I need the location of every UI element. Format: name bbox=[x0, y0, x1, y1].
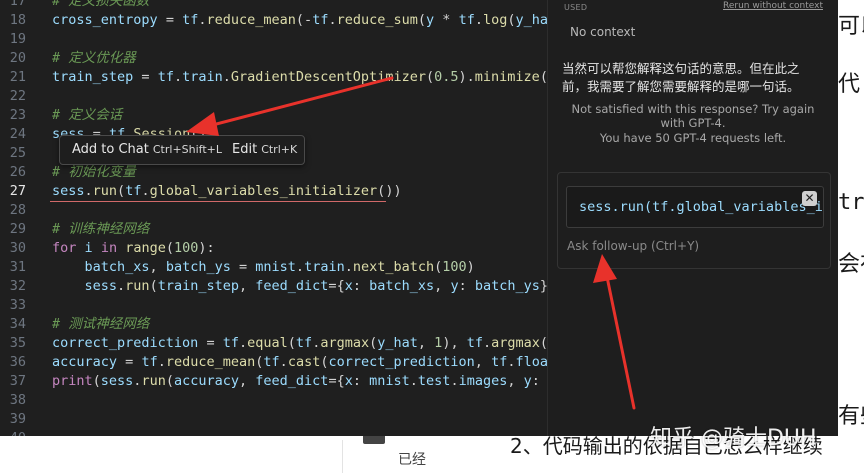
code-line[interactable]: 32 sess.run(train_step, feed_dict={x: ba… bbox=[0, 277, 547, 296]
code-context-text: sess.run(tf.global_variables_i bbox=[579, 199, 823, 215]
line-number: 23 bbox=[9, 107, 26, 123]
line-number: 25 bbox=[9, 145, 26, 161]
code-line[interactable]: 26 # 初始化变量 bbox=[0, 163, 547, 182]
line-number: 26 bbox=[9, 164, 26, 180]
code-line[interactable]: 23 # 定义会话 bbox=[0, 106, 547, 125]
line-number: 37 bbox=[9, 373, 26, 389]
code-line[interactable]: 21 train_step = tf.train.GradientDescentO… bbox=[0, 68, 547, 87]
code-line[interactable]: 40 bbox=[0, 429, 547, 436]
edit-shortcut: Ctrl+K bbox=[261, 143, 298, 156]
line-number: 21 bbox=[9, 69, 26, 85]
code-text: train_step = tf.train.GradientDescentOpt… bbox=[52, 69, 547, 85]
code-context-chip[interactable]: sess.run(tf.global_variables_i bbox=[566, 186, 824, 228]
code-text: sess.run(train_step, feed_dict={x: batch… bbox=[84, 278, 547, 294]
code-text: # 训练神经网络 bbox=[52, 221, 150, 237]
add-to-chat-shortcut: Ctrl+Shift+L bbox=[152, 143, 223, 156]
code-line[interactable]: 37 print(sess.run(accuracy, feed_dict={x:… bbox=[0, 372, 547, 391]
line-number: 27 bbox=[9, 183, 26, 199]
assistant-answer: 当然可以帮您解释这句话的意思。但在此之前，我需要了解您需要解释的是哪一句话。 bbox=[562, 61, 800, 94]
line-number: 18 bbox=[9, 12, 26, 28]
followup-input[interactable]: Ask follow-up (Ctrl+Y) bbox=[567, 239, 699, 253]
background-text-fragment: 会在 bbox=[838, 252, 864, 277]
code-line[interactable]: 33 bbox=[0, 296, 547, 315]
close-icon[interactable]: ✕ bbox=[802, 191, 817, 206]
background-text-fragment: 可以 bbox=[838, 14, 864, 39]
code-line[interactable]: 29 # 训练神经网络 bbox=[0, 220, 547, 239]
code-line[interactable]: 17 # 定义损失函数 bbox=[0, 0, 547, 11]
code-text: print(sess.run(accuracy, feed_dict={x: m… bbox=[52, 373, 540, 389]
code-line[interactable]: 19 bbox=[0, 30, 547, 49]
code-line[interactable]: 28 bbox=[0, 201, 547, 220]
code-text: correct_prediction = tf.equal(tf.argmax(… bbox=[52, 335, 547, 351]
line-number: 40 bbox=[0, 429, 26, 436]
code-line[interactable]: 35 correct_prediction = tf.equal(tf.argma… bbox=[0, 334, 547, 353]
line-number: 31 bbox=[9, 259, 26, 275]
retry-hint: Not satisfied with this response? Try ag… bbox=[571, 102, 815, 130]
background-text-fragment: 有些 bbox=[838, 404, 864, 429]
line-number: 38 bbox=[9, 392, 26, 408]
line-number: 28 bbox=[9, 202, 26, 218]
add-to-chat-label: Add to Chat bbox=[72, 142, 149, 157]
background-text-fragment: 代 bbox=[838, 72, 861, 97]
code-text: accuracy = tf.reduce_mean(tf.cast(correc… bbox=[52, 354, 547, 370]
line-number: 34 bbox=[9, 316, 26, 332]
code-line[interactable]: 20 # 定义优化器 bbox=[0, 49, 547, 68]
background-text-fragment: tr bbox=[838, 190, 864, 215]
watermark: 知乎 @骑士DUH bbox=[650, 426, 817, 451]
edit-button[interactable]: Edit Ctrl+K bbox=[232, 142, 297, 157]
line-number: 36 bbox=[9, 354, 26, 370]
line-number: 33 bbox=[9, 297, 26, 313]
no-context-label: No context bbox=[570, 25, 636, 39]
code-text: # 定义损失函数 bbox=[52, 0, 150, 9]
line-number: 29 bbox=[9, 221, 26, 237]
code-line[interactable]: 31 batch_xs, batch_ys = mnist.train.next… bbox=[0, 258, 547, 277]
code-text: # 测试神经网络 bbox=[52, 316, 150, 332]
code-line[interactable]: 22 bbox=[0, 87, 547, 106]
line-number: 32 bbox=[9, 278, 26, 294]
code-line[interactable]: 38 bbox=[0, 391, 547, 410]
background-text-fragment: 已经 bbox=[398, 452, 426, 468]
rerun-without-context-link[interactable]: Rerun without context bbox=[723, 1, 823, 11]
divider bbox=[342, 440, 343, 473]
code-editor[interactable]: 17 # 定义损失函数 18 cross_entropy = tf.reduce_me… bbox=[0, 0, 547, 436]
line-number: 20 bbox=[9, 50, 26, 66]
line-number: 35 bbox=[9, 335, 26, 351]
line-number: 30 bbox=[9, 240, 26, 256]
code-text: # 定义会话 bbox=[52, 107, 123, 123]
add-to-chat-button[interactable]: Add to Chat Ctrl+Shift+L bbox=[72, 142, 222, 157]
code-line[interactable]: 36 accuracy = tf.reduce_mean(tf.cast(corr… bbox=[0, 353, 547, 372]
code-line[interactable]: 18 cross_entropy = tf.reduce_mean(-tf.red… bbox=[0, 11, 547, 30]
code-line[interactable]: 34 # 测试神经网络 bbox=[0, 315, 547, 334]
edit-label: Edit bbox=[232, 142, 258, 157]
requests-remaining: You have 50 GPT-4 requests left. bbox=[599, 131, 787, 145]
line-number: 39 bbox=[9, 411, 26, 427]
followup-box: sess.run(tf.global_variables_i ✕ Ask fol… bbox=[557, 172, 831, 269]
code-text: batch_xs, batch_ys = mnist.train.next_ba… bbox=[84, 259, 475, 275]
code-text: # 初始化变量 bbox=[52, 164, 136, 180]
selection-underline bbox=[50, 182, 386, 202]
code-text: for i in range(100): bbox=[52, 240, 215, 256]
code-text: cross_entropy = tf.reduce_mean(-tf.reduc… bbox=[52, 12, 547, 28]
code-line[interactable]: 39 bbox=[0, 410, 547, 429]
line-number: 22 bbox=[9, 88, 26, 104]
used-label: USED bbox=[564, 3, 588, 12]
line-number: 19 bbox=[9, 31, 26, 47]
code-text: # 定义优化器 bbox=[52, 50, 136, 66]
code-line[interactable]: 30 for i in range(100): bbox=[0, 239, 547, 258]
chat-panel: USED Rerun without context No context 当然… bbox=[547, 0, 838, 436]
selection-action-tooltip: Add to Chat Ctrl+Shift+L Edit Ctrl+K bbox=[59, 135, 305, 165]
line-number: 17 bbox=[9, 0, 26, 9]
line-number: 24 bbox=[9, 126, 26, 142]
